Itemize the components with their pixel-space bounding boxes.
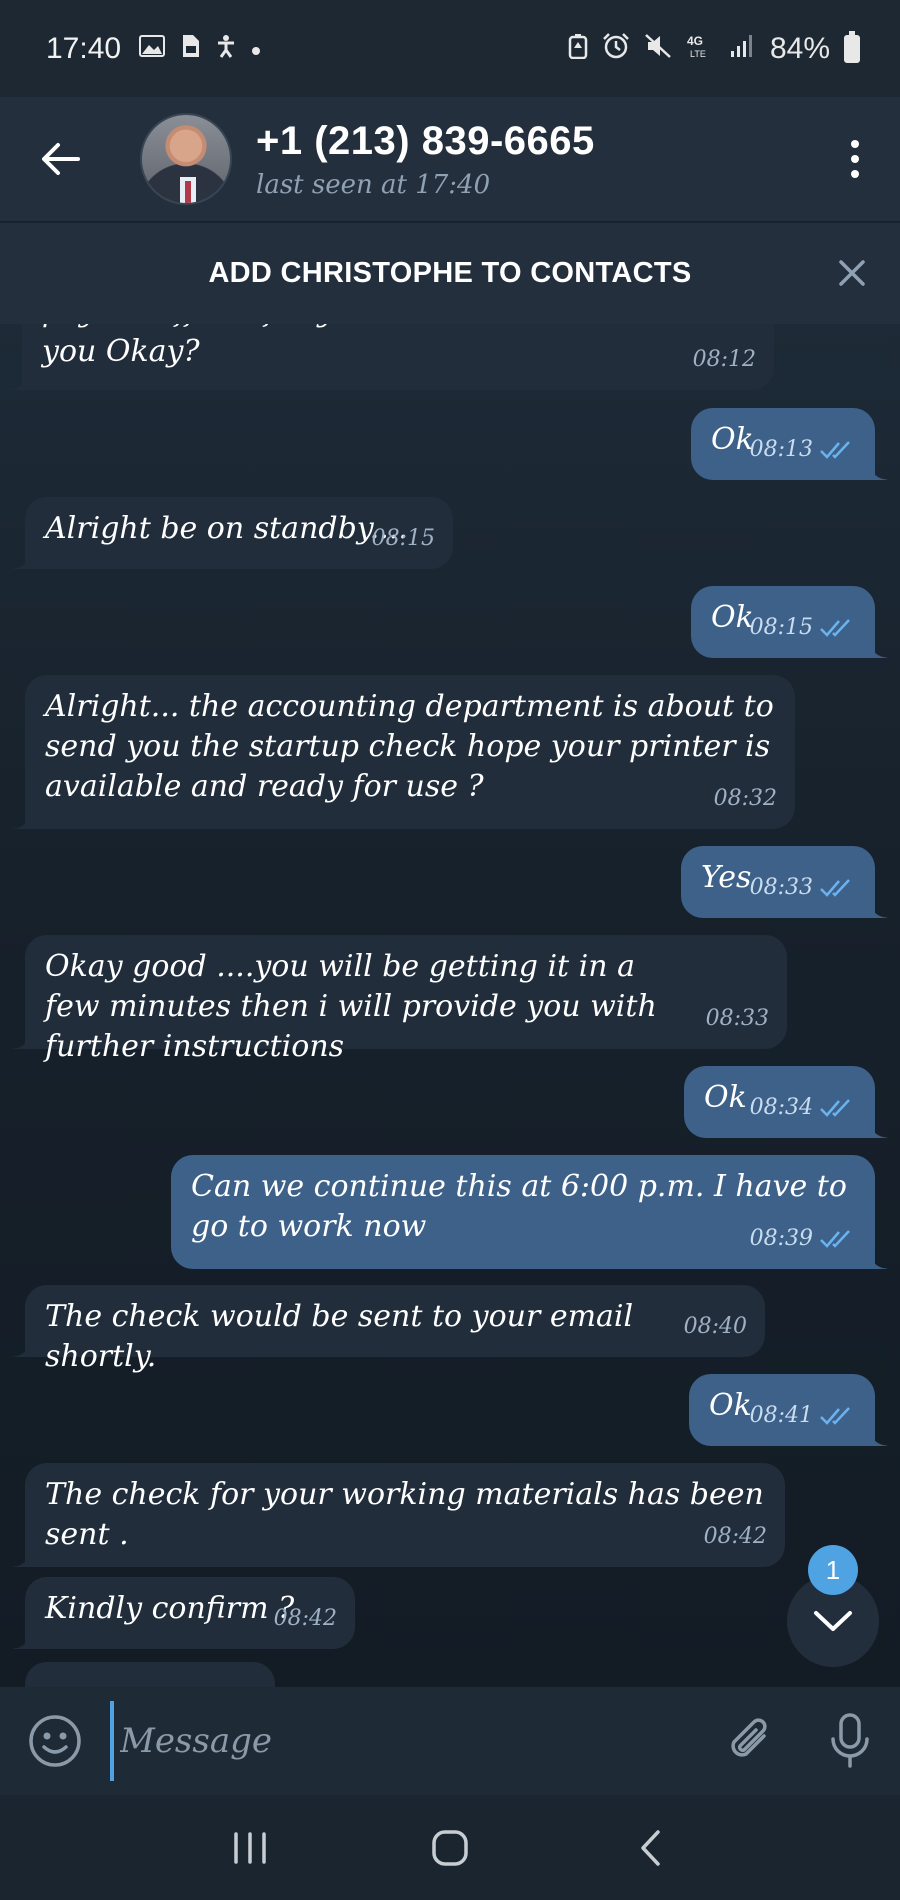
home-icon (432, 1829, 468, 1866)
double-check-icon (820, 879, 850, 897)
message-time: 08:33 (749, 875, 813, 900)
message-input[interactable] (110, 1701, 700, 1781)
sim-icon (179, 34, 201, 63)
add-contact-bar: ADD CHRISTOPHE TO CONTACTS (0, 222, 900, 324)
message-text: Alright... the accounting department is … (45, 689, 774, 804)
message-time: 08:39 (749, 1226, 813, 1251)
message-outgoing[interactable]: Ok 08:15 (691, 586, 887, 658)
alarm-icon (602, 33, 630, 64)
image-icon (139, 35, 166, 62)
home-button[interactable] (410, 1808, 490, 1888)
message-time: 08:42 (273, 1606, 337, 1631)
message-time: 08:15 (749, 615, 813, 640)
contact-last-seen: last seen at 17:40 (256, 169, 491, 200)
microphone-icon (831, 1713, 869, 1768)
message-time: 08:13 (749, 437, 813, 462)
message-incoming[interactable]: Kindly confirm ? 08:42 (13, 1577, 355, 1649)
message-time: 08:42 (703, 1524, 767, 1549)
message-input-bar (0, 1687, 900, 1795)
more-options-button[interactable] (810, 97, 900, 221)
double-check-icon (820, 619, 850, 637)
recent-apps-button[interactable] (210, 1808, 290, 1888)
message-time: 08:32 (713, 786, 777, 811)
accessibility-icon (215, 34, 237, 63)
message-outgoing[interactable]: Ok 08:41 (689, 1374, 887, 1446)
avatar[interactable] (140, 113, 232, 205)
status-time: 17:40 (46, 31, 122, 65)
message-time: 08:41 (749, 1403, 813, 1428)
message-incoming[interactable]: Alright be on standby.... 08:15 (13, 497, 453, 569)
message-outgoing[interactable]: Ok 08:34 (684, 1066, 887, 1138)
arrow-left-icon (42, 143, 80, 175)
voice-message-button[interactable] (800, 1687, 900, 1795)
message-incoming[interactable]: payroll officer for your check to be ema… (10, 324, 774, 390)
double-check-icon (820, 1099, 850, 1117)
message-time: 08:15 (371, 526, 435, 551)
system-navigation-bar (0, 1795, 900, 1900)
status-left-icons (139, 34, 261, 63)
message-time: 08:34 (749, 1095, 813, 1120)
contact-name: +1 (213) 839-6665 (256, 118, 595, 163)
message-outgoing[interactable]: Ok 08:13 (691, 408, 887, 480)
chevron-down-icon (814, 1611, 852, 1631)
paperclip-icon (731, 1718, 767, 1757)
status-right-icons: 4G LTE 84% (568, 30, 860, 65)
dot-icon (251, 37, 261, 61)
message-time: 08:12 (692, 347, 756, 372)
battery-percent: 84% (769, 31, 830, 65)
message-text: Okay good ....you will be getting it in … (45, 949, 657, 1064)
emoji-icon (29, 1715, 81, 1767)
message-time: 08:40 (683, 1314, 747, 1339)
close-add-contact-button[interactable] (830, 251, 874, 295)
message-outgoing[interactable]: Yes 08:33 (681, 846, 887, 918)
message-text: The check for your working materials has… (45, 1477, 764, 1552)
message-text: The check would be sent to your email sh… (45, 1299, 634, 1374)
back-nav-button[interactable] (610, 1808, 690, 1888)
chevron-left-icon (641, 1829, 660, 1866)
chat-header: +1 (213) 839-6665 last seen at 17:40 (0, 97, 900, 221)
attach-button[interactable] (700, 1687, 800, 1795)
message-outgoing[interactable]: Can we continue this at 6:00 p.m. I have… (171, 1155, 887, 1269)
add-contact-button[interactable]: ADD CHRISTOPHE TO CONTACTS (208, 257, 691, 290)
contact-info[interactable]: +1 (213) 839-6665 last seen at 17:40 (256, 119, 810, 200)
message-incoming[interactable]: The check for your working materials has… (13, 1463, 785, 1567)
battery-saver-icon (568, 33, 588, 64)
message-incoming[interactable] (25, 1662, 275, 1687)
svg-text:LTE: LTE (690, 49, 706, 59)
message-incoming[interactable]: The check would be sent to your email sh… (13, 1285, 765, 1374)
signal-icon (730, 34, 756, 63)
message-list[interactable]: payroll officer for your check to be ema… (0, 324, 900, 1687)
message-incoming[interactable]: Alright... the accounting department is … (13, 675, 795, 829)
recent-apps-icon (234, 1831, 266, 1864)
double-check-icon (820, 441, 850, 459)
more-vertical-icon (851, 140, 859, 178)
mute-icon (644, 33, 672, 64)
back-button[interactable] (0, 97, 120, 221)
double-check-icon (820, 1230, 850, 1248)
close-icon (839, 260, 865, 286)
emoji-button[interactable] (0, 1687, 110, 1795)
svg-text:4G: 4G (687, 34, 703, 48)
battery-icon (844, 30, 860, 63)
double-check-icon (820, 1407, 850, 1425)
status-bar: 17:40 4G LTE 84% (0, 0, 900, 97)
4g-lte-icon: 4G LTE (686, 33, 716, 64)
message-text: payroll officer for your check to be ema… (42, 324, 740, 369)
unread-count-badge: 1 (808, 1545, 858, 1595)
message-incoming[interactable]: Okay good ....you will be getting it in … (13, 935, 787, 1064)
message-time: 08:33 (705, 1006, 769, 1031)
